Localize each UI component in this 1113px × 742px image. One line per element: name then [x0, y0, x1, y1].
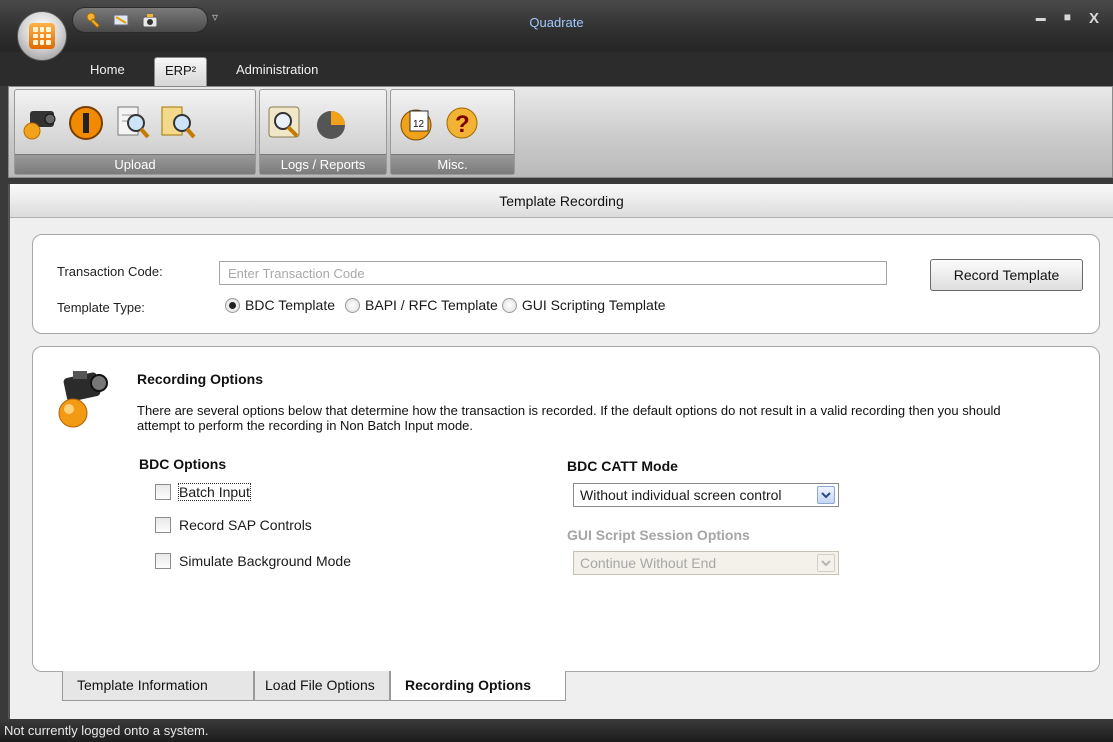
bdc-catt-mode-title: BDC CATT Mode	[567, 458, 678, 474]
ribbon: Upload Logs / Reports 12 ? Misc.	[8, 86, 1113, 178]
radio-bdc-template[interactable]: BDC Template	[225, 297, 335, 313]
log-search-icon[interactable]	[264, 100, 306, 146]
select-value: Without individual screen control	[580, 487, 782, 503]
recording-options-description: There are several options below that det…	[137, 403, 1001, 433]
simulate-background-mode-checkbox[interactable]: Simulate Background Mode	[155, 553, 351, 569]
checkbox-label: Simulate Background Mode	[179, 553, 351, 569]
transaction-code-label: Transaction Code:	[57, 264, 163, 279]
status-bar: Not currently logged onto a system.	[0, 719, 1113, 742]
chevron-down-icon[interactable]	[817, 486, 835, 504]
upload-batch-review-icon[interactable]	[157, 100, 199, 146]
main-content: Template Recording Transaction Code: Rec…	[8, 184, 1113, 719]
application-menu-button[interactable]	[17, 11, 67, 61]
ribbon-group-label-misc: Misc.	[391, 154, 514, 174]
record-template-button[interactable]: Record Template	[930, 259, 1083, 291]
checkbox-label: Record SAP Controls	[179, 517, 312, 533]
app-grid-icon	[29, 23, 55, 49]
window-controls: ▬ ■ X	[1036, 10, 1099, 28]
template-type-radio-group: BDC Template BAPI / RFC Template GUI Scr…	[225, 297, 670, 313]
title-bar: ▿ Quadrate ▬ ■ X	[0, 0, 1113, 52]
ribbon-group-logs: Logs / Reports	[259, 89, 387, 175]
bdc-options-title: BDC Options	[139, 456, 227, 472]
help-question-icon[interactable]: ?	[441, 100, 483, 146]
ribbon-group-misc: 12 ? Misc.	[390, 89, 515, 175]
tab-load-file-options[interactable]: Load File Options	[254, 671, 390, 701]
ribbon-group-upload: Upload	[14, 89, 256, 175]
app-title: Quadrate	[529, 15, 584, 30]
ribbon-group-label-upload: Upload	[15, 154, 255, 174]
tab-home[interactable]: Home	[80, 57, 135, 86]
batch-input-checkbox[interactable]: Batch Input	[155, 483, 251, 501]
radio-label: BDC Template	[245, 297, 336, 313]
checkbox-box[interactable]	[155, 553, 171, 569]
select-value: Continue Without End	[580, 555, 717, 571]
recording-options-title: Recording Options	[137, 371, 263, 387]
checkbox-box[interactable]	[155, 484, 171, 500]
transaction-code-input[interactable]	[219, 261, 887, 285]
radio-button[interactable]	[345, 297, 361, 313]
video-camera-icon	[55, 369, 111, 436]
scheduler-calendar-icon[interactable]: 12	[395, 100, 437, 146]
transaction-panel: Transaction Code: Record Template Templa…	[32, 234, 1100, 334]
tab-administration[interactable]: Administration	[226, 57, 328, 86]
svg-text:12: 12	[413, 119, 425, 130]
upload-review-icon[interactable]	[111, 100, 153, 146]
chevron-down-icon	[817, 554, 835, 572]
upload-run-icon[interactable]	[65, 100, 107, 146]
maximize-button[interactable]: ■	[1064, 10, 1071, 28]
close-button[interactable]: X	[1089, 10, 1099, 28]
record-sap-controls-checkbox[interactable]: Record SAP Controls	[155, 517, 312, 533]
recording-options-panel: Recording Options There are several opti…	[32, 346, 1100, 672]
bdc-catt-mode-select[interactable]: Without individual screen control	[573, 483, 839, 507]
tab-recording-options[interactable]: Recording Options	[390, 671, 566, 701]
radio-gui-scripting-template[interactable]: GUI Scripting Template	[501, 297, 666, 313]
radio-label: BAPI / RFC Template	[365, 297, 498, 313]
gui-script-session-select: Continue Without End	[573, 551, 839, 575]
radio-bapi-rfc-template[interactable]: BAPI / RFC Template	[345, 297, 498, 313]
svg-text:?: ?	[455, 111, 470, 138]
record-camera-icon[interactable]	[19, 100, 61, 146]
ribbon-group-label-logs: Logs / Reports	[260, 154, 386, 174]
radio-button-selected[interactable]	[225, 297, 240, 313]
gui-script-session-title: GUI Script Session Options	[567, 527, 750, 543]
minimize-button[interactable]: ▬	[1036, 10, 1046, 28]
checkbox-label: Batch Input	[178, 483, 251, 501]
template-type-label: Template Type:	[57, 300, 145, 315]
report-pie-chart-icon[interactable]	[310, 100, 352, 146]
ribbon-tab-strip: Home ERP² Administration	[0, 52, 1113, 86]
radio-label: GUI Scripting Template	[521, 297, 666, 313]
tab-template-information[interactable]: Template Information	[62, 671, 254, 701]
checkbox-box[interactable]	[155, 517, 171, 533]
radio-button[interactable]	[501, 297, 517, 313]
view-title: Template Recording	[10, 184, 1113, 218]
tab-erp2[interactable]: ERP²	[154, 57, 208, 86]
